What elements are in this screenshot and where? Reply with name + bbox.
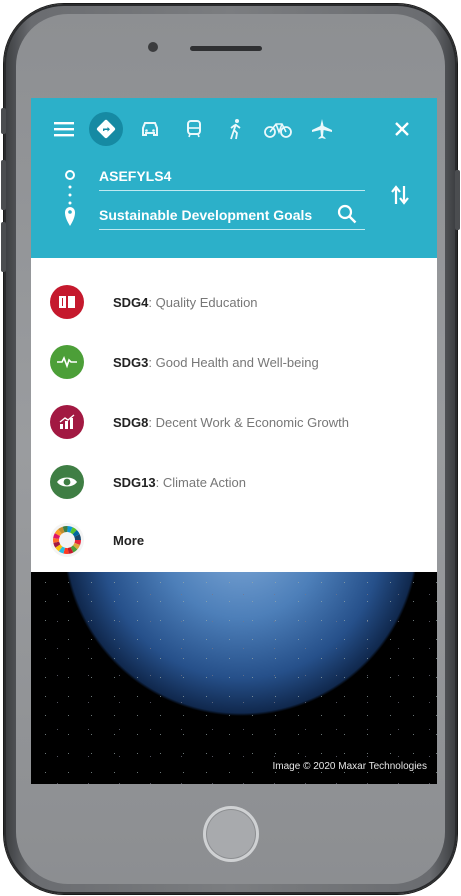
mode-toolbar — [31, 112, 437, 148]
destination-field[interactable]: Sustainable Development Goals — [99, 207, 365, 230]
imagery-credit: Image © 2020 Maxar Technologies — [272, 761, 428, 772]
app-screen: Image © 2020 Maxar Technologies ASEFYLS4… — [31, 98, 437, 784]
directions-header: ASEFYLS4 Sustainable Development Goals — [31, 98, 437, 258]
mute-switch — [1, 108, 6, 134]
result-sdg13[interactable]: SDG13: Climate Action — [31, 456, 437, 508]
result-sdg3[interactable]: SDG3: Good Health and Well-being — [31, 336, 437, 388]
growth-chart-icon — [50, 405, 84, 439]
car-icon[interactable] — [135, 112, 165, 146]
book-icon — [50, 285, 84, 319]
result-sdg8[interactable]: SDG8: Decent Work & Economic Growth — [31, 396, 437, 448]
front-camera — [148, 42, 158, 52]
walk-icon[interactable] — [221, 112, 251, 146]
result-sdg4[interactable]: SDG4: Quality Education — [31, 276, 437, 328]
eye-globe-icon — [50, 465, 84, 499]
transit-icon[interactable] — [179, 112, 209, 146]
result-label: SDG4: Quality Education — [113, 294, 258, 310]
menu-icon[interactable] — [49, 112, 79, 146]
sdg-wheel-icon — [50, 523, 84, 557]
search-results: SDG4: Quality Education SDG3: Good Healt… — [31, 258, 437, 572]
more-label: More — [113, 532, 145, 548]
home-button[interactable] — [203, 806, 259, 862]
bike-icon[interactable] — [263, 112, 293, 146]
more-item[interactable]: More — [31, 514, 437, 566]
origin-field[interactable]: ASEFYLS4 — [99, 168, 365, 191]
directions-icon[interactable] — [89, 112, 123, 146]
starfield — [31, 568, 437, 784]
swap-icon[interactable] — [391, 184, 409, 211]
result-label: SDG3: Good Health and Well-being — [113, 354, 319, 370]
search-icon[interactable] — [337, 204, 357, 229]
power-button — [455, 170, 460, 230]
flight-icon[interactable] — [307, 112, 337, 146]
route-fields: ASEFYLS4 Sustainable Development Goals — [31, 160, 437, 250]
earpiece-speaker — [190, 46, 262, 51]
route-dots — [63, 170, 77, 235]
heartbeat-icon — [50, 345, 84, 379]
volume-up-button — [1, 160, 6, 210]
close-icon[interactable] — [387, 112, 417, 146]
result-label: SDG13: Climate Action — [113, 474, 246, 490]
volume-down-button — [1, 222, 6, 272]
result-label: SDG8: Decent Work & Economic Growth — [113, 414, 350, 430]
